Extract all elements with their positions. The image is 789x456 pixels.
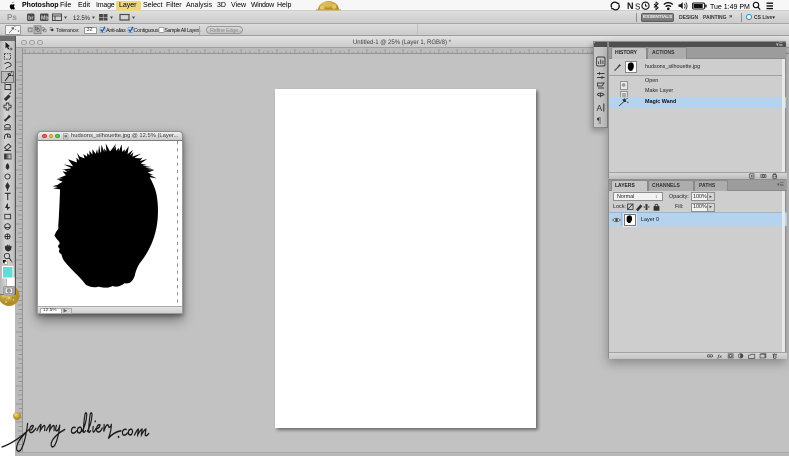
svg-text:A: A — [597, 103, 603, 113]
svg-text:¶: ¶ — [597, 115, 601, 125]
svg-text:fx: fx — [718, 354, 723, 359]
svg-text:Mb: Mb — [41, 16, 49, 22]
svg-text:N: N — [627, 1, 634, 11]
svg-text:br: br — [28, 16, 34, 22]
svg-text:12.5%: 12.5% — [73, 16, 91, 22]
svg-text:S: S — [635, 3, 640, 12]
svg-text:Tue 1:49 PM: Tue 1:49 PM — [710, 4, 750, 11]
